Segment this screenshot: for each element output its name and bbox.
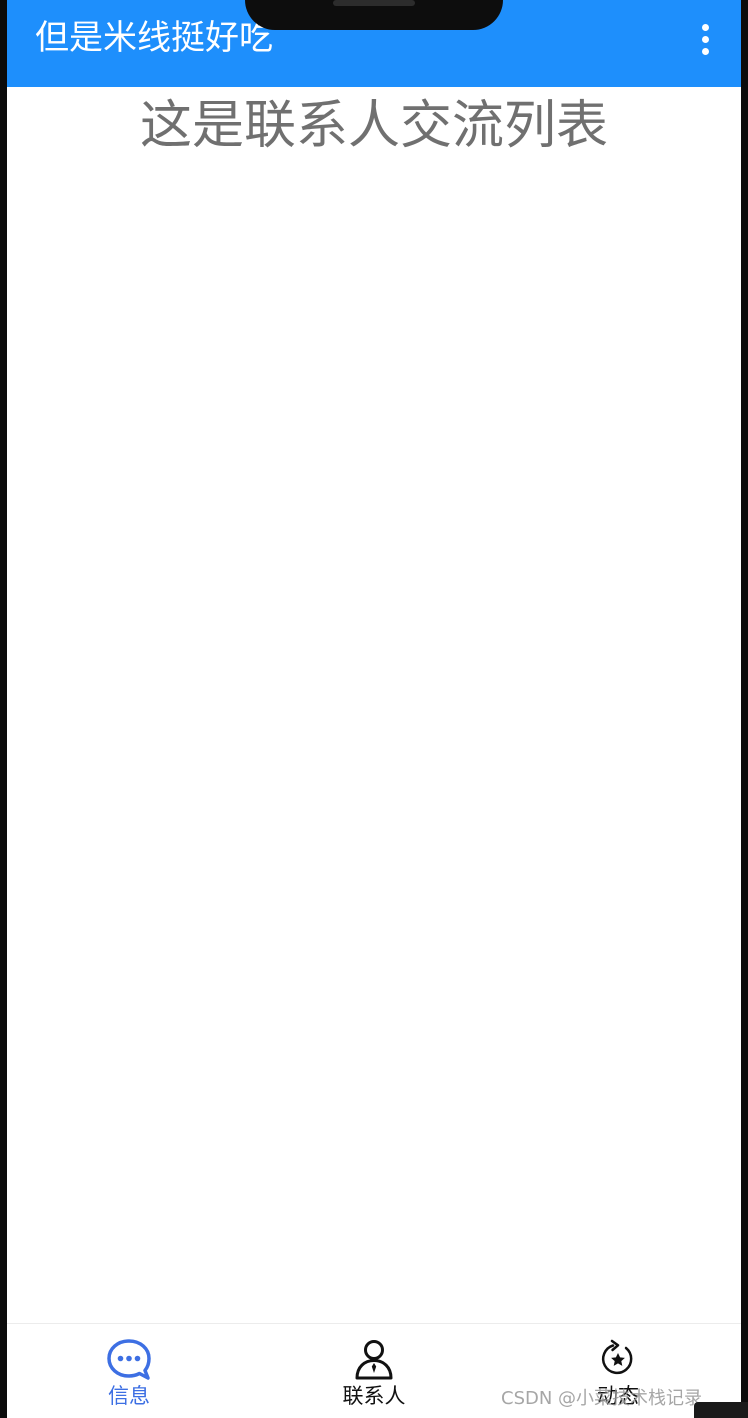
phone-screen: 但是米线挺好吃 这是联系人交流列表 信息 联系人 动态: [7, 0, 741, 1418]
tab-contacts-label: 联系人: [342, 1384, 406, 1408]
chat-bubble-icon: [107, 1339, 151, 1380]
speaker-grille: [333, 0, 415, 6]
tab-contacts[interactable]: 联系人: [294, 1338, 454, 1416]
watermark: CSDN @小菜技术栈记录: [501, 1388, 703, 1409]
tab-messages[interactable]: 信息: [49, 1338, 209, 1416]
tab-messages-label: 信息: [108, 1384, 150, 1408]
app-title: 但是米线挺好吃: [35, 18, 273, 58]
page-content-text: 这是联系人交流列表: [139, 96, 608, 156]
menu-dot: [701, 35, 709, 43]
person-icon: [355, 1340, 393, 1380]
corner-block: [694, 1402, 748, 1418]
menu-dot: [701, 23, 709, 31]
more-vertical-icon[interactable]: [693, 20, 717, 58]
camera-notch: [245, 0, 503, 30]
menu-dot: [701, 47, 709, 55]
star-refresh-icon: [601, 1339, 633, 1375]
